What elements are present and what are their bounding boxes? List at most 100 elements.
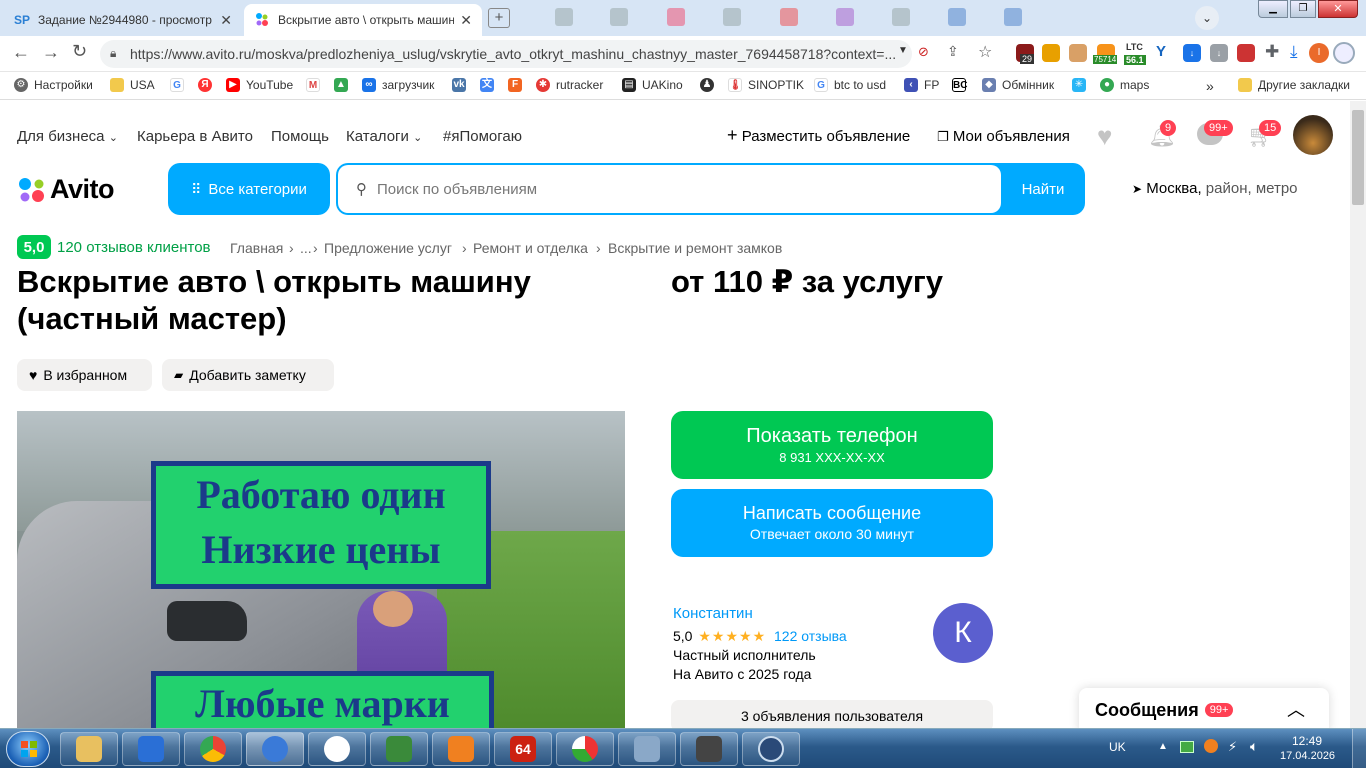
bookmark-google[interactable]: G bbox=[170, 78, 190, 92]
post-ad-link[interactable]: + Разместить объявление bbox=[727, 126, 910, 145]
search-input[interactable]: ⚲ Поиск по объявлениям bbox=[338, 165, 1001, 213]
user-avatar[interactable] bbox=[1293, 115, 1333, 155]
taskbar-app[interactable] bbox=[246, 732, 304, 766]
tray-app-icon[interactable] bbox=[1180, 741, 1194, 753]
show-desktop-button[interactable] bbox=[1352, 729, 1366, 769]
listing-photo[interactable]: Работаю один Низкие цены Любые марки bbox=[17, 411, 625, 728]
volume-icon[interactable]: 🔈︎ bbox=[1250, 738, 1258, 755]
reload-icon[interactable]: ↻ bbox=[72, 41, 87, 62]
tray-app-icon[interactable] bbox=[1204, 739, 1218, 753]
seller-avatar[interactable]: К bbox=[933, 603, 993, 663]
taskbar-app[interactable] bbox=[370, 732, 428, 766]
tab-favicon-icon[interactable] bbox=[948, 8, 966, 26]
nav-career[interactable]: Карьера в Авито bbox=[137, 128, 253, 145]
bookmark-rutracker[interactable]: ✱ rutracker bbox=[536, 78, 603, 92]
write-message-button[interactable]: Написать сообщение Отвечает около 30 мин… bbox=[671, 489, 993, 557]
breadcrumb-home[interactable]: Главная bbox=[230, 240, 283, 256]
taskbar-app[interactable] bbox=[680, 732, 738, 766]
bookmark-settings[interactable]: ⚙ Настройки bbox=[14, 78, 93, 92]
taskbar-chrome[interactable] bbox=[184, 732, 242, 766]
network-icon[interactable]: ⚡︎ bbox=[1228, 739, 1237, 755]
tab-favicon-icon[interactable] bbox=[836, 8, 854, 26]
download-extension-icon[interactable]: ↓ bbox=[1210, 44, 1228, 62]
bookmark-exchange[interactable]: ◆ Обмінник bbox=[982, 78, 1054, 92]
chevron-up-icon[interactable]: ︿ bbox=[1287, 696, 1305, 722]
taskbar-clock-app[interactable] bbox=[742, 732, 800, 766]
messages-widget[interactable]: Сообщения 99+ ︿ bbox=[1079, 688, 1329, 728]
puzzle-extensions-icon[interactable]: ✚ bbox=[1265, 42, 1279, 62]
favorite-button[interactable]: ♥ В избранном bbox=[17, 359, 152, 391]
address-bar[interactable]: 🔒︎ https://www.avito.ru/moskva/predlozhe… bbox=[100, 40, 912, 68]
bookmark-star-icon[interactable]: ☆ bbox=[978, 42, 992, 62]
close-tab-icon[interactable]: ✕ bbox=[220, 12, 232, 29]
bookmark-bc[interactable]: BC bbox=[952, 78, 972, 92]
nav-help[interactable]: Помощь bbox=[271, 128, 329, 145]
language-indicator[interactable]: UK bbox=[1109, 740, 1126, 754]
nav-catalogs[interactable]: Каталоги ⌄ bbox=[346, 128, 422, 145]
other-ads-button[interactable]: 3 объявления пользователя bbox=[671, 700, 993, 728]
taskbar-aida64[interactable]: 64 bbox=[494, 732, 552, 766]
maximize-icon[interactable]: ❐ bbox=[1290, 0, 1316, 18]
my-ads-link[interactable]: ❐ Мои объявления bbox=[937, 128, 1070, 145]
tab-favicon-icon[interactable] bbox=[610, 8, 628, 26]
bookmark-yandex[interactable]: Я bbox=[198, 78, 218, 92]
breadcrumb-repair[interactable]: Ремонт и отделка bbox=[473, 240, 588, 256]
show-phone-button[interactable]: Показать телефон 8 931 XXX-XX-XX bbox=[671, 411, 993, 479]
bookmark-f[interactable]: F bbox=[508, 78, 528, 92]
taskbar-app[interactable] bbox=[122, 732, 180, 766]
seller-name-link[interactable]: Константин bbox=[673, 605, 753, 622]
bookmark-uakino[interactable]: ▤ UAKino bbox=[622, 78, 683, 92]
tab-favicon-icon[interactable] bbox=[780, 8, 798, 26]
new-tab-button[interactable]: + bbox=[488, 8, 510, 28]
avito-logo[interactable]: Avito bbox=[17, 174, 115, 205]
bookmark-youtube[interactable]: ▶ YouTube bbox=[226, 78, 293, 92]
system-clock[interactable]: 12:49 17.04.2026 bbox=[1280, 734, 1335, 764]
tab-favicon-icon[interactable] bbox=[1004, 8, 1022, 26]
start-button[interactable] bbox=[6, 731, 50, 767]
bookmark-sinoptik[interactable]: 🌡︎ SINOPTIK bbox=[728, 78, 804, 92]
browser-tab-task[interactable]: SP Задание №2944980 - просмотр з ✕ bbox=[4, 4, 242, 36]
taskbar-calculator[interactable] bbox=[618, 732, 676, 766]
tray-expand-icon[interactable]: ▲ bbox=[1158, 741, 1168, 752]
bookmark-downloader[interactable]: ∞ загрузчик bbox=[362, 78, 434, 92]
back-arrow-icon[interactable]: ← bbox=[12, 42, 30, 63]
bookmark-usa[interactable]: USA bbox=[110, 78, 155, 92]
tab-favicon-icon[interactable] bbox=[723, 8, 741, 26]
location-selector[interactable]: ➤ Москва, район, метро bbox=[1132, 180, 1298, 197]
extension-icon[interactable] bbox=[1042, 44, 1060, 62]
breadcrumb-locks[interactable]: Вскрытие и ремонт замков bbox=[608, 240, 782, 256]
search-button[interactable]: Найти bbox=[1001, 163, 1085, 215]
downloads-icon[interactable]: ⤓ bbox=[1290, 42, 1298, 62]
tab-favicon-icon[interactable] bbox=[892, 8, 910, 26]
reviews-link[interactable]: 120 отзывов клиентов bbox=[57, 239, 211, 256]
bookmark-fp[interactable]: ‹ FP bbox=[904, 78, 939, 92]
breadcrumb-ellipsis[interactable]: ... bbox=[300, 240, 312, 256]
account-icon[interactable] bbox=[1333, 42, 1355, 64]
bookmark-gmail[interactable]: M bbox=[306, 78, 326, 92]
bookmark-maps[interactable]: ● maps bbox=[1100, 78, 1149, 92]
bookmarks-overflow-icon[interactable]: » bbox=[1206, 78, 1214, 94]
bookmark-vk[interactable]: vk bbox=[452, 78, 472, 92]
scrollbar-thumb[interactable] bbox=[1352, 110, 1364, 205]
taskbar-app[interactable] bbox=[556, 732, 614, 766]
taskbar-explorer[interactable] bbox=[60, 732, 118, 766]
bookmark-star[interactable]: ✳ bbox=[1072, 78, 1092, 92]
taskbar-media[interactable] bbox=[432, 732, 490, 766]
tab-favicon-icon[interactable] bbox=[555, 8, 573, 26]
bookmark-drive[interactable]: ▲ bbox=[334, 78, 354, 92]
bookmark-translate[interactable]: 文 bbox=[480, 78, 500, 92]
taskbar-yandex[interactable] bbox=[308, 732, 366, 766]
breadcrumb-services[interactable]: Предложение услуг bbox=[324, 240, 452, 256]
close-tab-icon[interactable]: ✕ bbox=[460, 12, 472, 29]
share-icon[interactable]: ⇪ bbox=[947, 43, 959, 60]
seller-reviews-link[interactable]: 122 отзыва bbox=[774, 628, 847, 644]
bookmark-person[interactable]: ♟ bbox=[700, 78, 720, 92]
download-extension-icon[interactable]: ↓ bbox=[1183, 44, 1201, 62]
dropdown-arrow-icon[interactable]: ▼ bbox=[898, 45, 908, 56]
profile-avatar[interactable]: I bbox=[1309, 43, 1329, 63]
nav-for-business[interactable]: Для бизнеса ⌄ bbox=[17, 128, 118, 145]
all-categories-button[interactable]: ⠿ Все категории bbox=[168, 163, 330, 215]
tab-favicon-icon[interactable] bbox=[667, 8, 685, 26]
bookmark-btc-usd[interactable]: Gbtc to usd bbox=[814, 78, 886, 92]
block-icon[interactable]: ⊘ bbox=[918, 44, 929, 60]
